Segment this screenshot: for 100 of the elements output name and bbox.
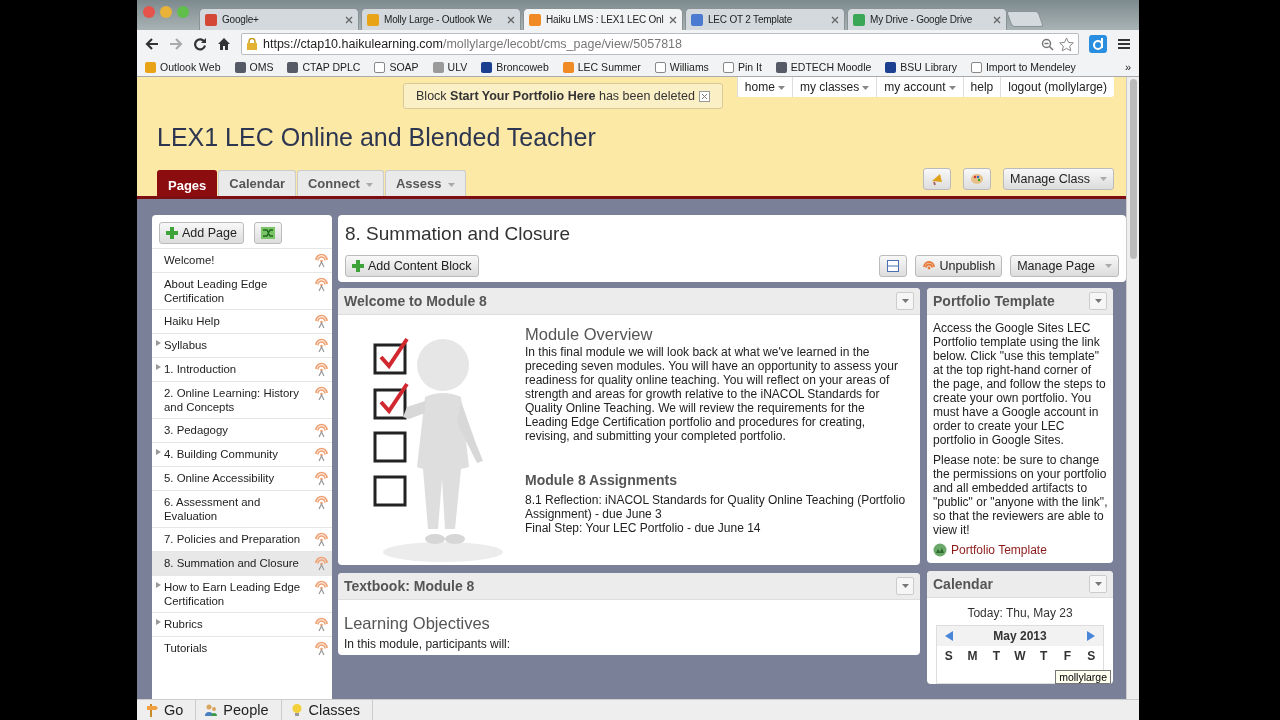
toolbar-button[interactable]: Classes [281, 700, 374, 720]
feed-icon [314, 314, 329, 329]
toolbar-button[interactable]: People [196, 700, 282, 720]
more-bookmarks-button[interactable]: » [1124, 61, 1131, 73]
expand-arrow-icon[interactable] [156, 449, 161, 455]
announce-button[interactable] [923, 168, 952, 190]
weekday-label: T [991, 649, 1001, 663]
reload-icon[interactable] [193, 37, 207, 51]
nav-tab[interactable]: Pages [157, 170, 218, 196]
sidebar-page-item[interactable]: Rubrics [152, 612, 332, 636]
expand-arrow-icon[interactable] [156, 582, 161, 588]
intro-text: In this module, participants will: [344, 637, 512, 651]
close-icon[interactable] [831, 15, 839, 24]
feed-icon [314, 580, 329, 595]
user-menu-item[interactable]: home [736, 77, 792, 97]
section-heading: Module Overview [525, 327, 654, 341]
address-bar[interactable]: https://ctap10.haikulearning.com/mollylarge/lecobt/cms_page/view/5057818 [241, 33, 1079, 55]
add-content-block-button[interactable]: Add Content Block [345, 255, 479, 277]
sidebar-page-item[interactable]: How to Earn Leading Edge Certification [152, 575, 332, 612]
toolbar-button[interactable]: Go [137, 700, 197, 720]
extension-icon[interactable] [1089, 35, 1107, 53]
caret-icon [1094, 582, 1102, 586]
block-menu-button[interactable] [1089, 575, 1107, 593]
browser-tab[interactable]: Molly Large - Outlook We [361, 8, 521, 30]
block-menu-button[interactable] [896, 292, 914, 310]
sidebar-page-item[interactable]: Welcome! [152, 248, 332, 272]
previous-month-icon[interactable] [945, 631, 953, 641]
caret-icon [1094, 299, 1102, 303]
sidebar-page-item[interactable]: 8. Summation and Closure [152, 551, 332, 575]
close-icon[interactable] [345, 15, 353, 24]
caret-icon [948, 85, 956, 90]
home-icon[interactable] [217, 37, 231, 51]
bookmark[interactable]: Broncoweb [481, 61, 549, 73]
add-page-button[interactable]: Add Page [159, 222, 244, 244]
sidebar-page-item[interactable]: 4. Building Community [152, 442, 332, 466]
user-menu-item[interactable]: my classes [791, 77, 877, 97]
bookmark[interactable]: SOAP [374, 61, 419, 73]
section-heading: Learning Objectives [344, 614, 491, 633]
expand-arrow-icon[interactable] [156, 364, 161, 370]
layout-button[interactable] [878, 255, 907, 277]
block-title: Welcome to Module 8 [344, 293, 487, 309]
forward-arrow-icon[interactable] [169, 37, 183, 51]
sidebar-page-item[interactable]: 1. Introduction [152, 357, 332, 381]
next-month-icon[interactable] [1087, 631, 1095, 641]
user-menu-item[interactable]: logout (mollylarge) [1000, 77, 1114, 97]
user-menu-item[interactable]: help [962, 77, 1001, 97]
bookmark[interactable]: Williams [654, 61, 709, 73]
portfolio-template-link[interactable]: Portfolio Template [951, 543, 1047, 557]
nav-tab[interactable]: Assess [384, 170, 466, 196]
expand-arrow-icon[interactable] [156, 619, 161, 625]
close-icon[interactable] [993, 15, 1001, 24]
block-menu-button[interactable] [1089, 292, 1107, 310]
nav-tab[interactable]: Connect [296, 170, 384, 196]
notice-text: Block Start Your Portfolio Here has been deleted [416, 89, 695, 103]
reorder-button[interactable] [253, 222, 282, 244]
sidebar-page-item[interactable]: Haiku Help [152, 309, 332, 333]
bookmark[interactable]: ULV [432, 61, 468, 73]
nav-tab[interactable]: Calendar [218, 170, 296, 196]
bookmark[interactable]: LEC Summer [562, 61, 641, 73]
new-tab-button[interactable] [1006, 11, 1044, 27]
expand-arrow-icon[interactable] [156, 340, 161, 346]
weekday-label: M [966, 649, 979, 663]
sidebar-page-item[interactable]: 2. Online Learning: History and Concepts [152, 381, 332, 418]
bookmark[interactable]: CTAP DPLC [287, 61, 361, 73]
user-menu-item[interactable]: my account [876, 77, 963, 97]
star-icon[interactable] [1059, 36, 1074, 52]
unpublish-button[interactable]: Unpublish [914, 255, 1003, 277]
sidebar-page-item[interactable]: 5. Online Accessibility [152, 466, 332, 490]
browser-tab[interactable]: LEC OT 2 Template [685, 8, 845, 30]
overview-paragraph: In this final module we will look back at what we've learned in the preceding seven modules. You will have an opportunity to assess your readiness for quality online teaching. You will reflect on your areas of strength and areas for growth relative to the iNACOL Standards for Quality Online Teaching. We will review the requirements for the Leading Edge Certification portfolio and procedures for creating, revising, and submitting your completed portfolio. [525, 345, 899, 443]
manage-page-button[interactable]: Manage Page [1010, 255, 1119, 277]
menu-icon[interactable] [1117, 37, 1131, 51]
weekday-label: W [1013, 649, 1027, 663]
sidebar-page-item[interactable]: 3. Pedagogy [152, 418, 332, 442]
sidebar-page-item[interactable]: Tutorials [152, 636, 332, 660]
bookmark[interactable]: Pin It [722, 61, 762, 73]
browser-tab[interactable]: Haiku LMS : LEX1 LEC Onl [523, 8, 683, 30]
browser-tab[interactable]: My Drive - Google Drive [847, 8, 1007, 30]
bookmark[interactable]: OMS [234, 61, 274, 73]
close-icon[interactable] [669, 15, 677, 24]
browser-tab[interactable]: Google+ [199, 8, 359, 30]
close-icon[interactable] [507, 15, 515, 24]
back-arrow-icon[interactable] [145, 37, 159, 51]
bookmark[interactable]: EDTECH Moodle [775, 61, 872, 73]
bookmark[interactable]: Outlook Web [145, 61, 221, 73]
sidebar-page-item[interactable]: Syllabus [152, 333, 332, 357]
feed-icon [314, 423, 329, 438]
month-label: May 2013 [993, 629, 1047, 643]
bookmark[interactable]: Import to Mendeley [970, 61, 1076, 73]
scrollbar[interactable] [1126, 77, 1139, 699]
caret-icon [447, 182, 455, 187]
sidebar-page-item[interactable]: 6. Assessment and Evaluation [152, 490, 332, 527]
zoom-icon[interactable] [1041, 37, 1054, 51]
sidebar-page-item[interactable]: About Leading Edge Certification [152, 272, 332, 309]
close-icon[interactable] [698, 90, 710, 102]
bookmark[interactable]: BSU Library [885, 61, 957, 73]
signpost-icon [145, 703, 159, 717]
sites-icon [933, 543, 947, 557]
manage-class-button[interactable]: Manage Class [1003, 168, 1114, 190]
block-menu-button[interactable] [896, 577, 914, 595]
